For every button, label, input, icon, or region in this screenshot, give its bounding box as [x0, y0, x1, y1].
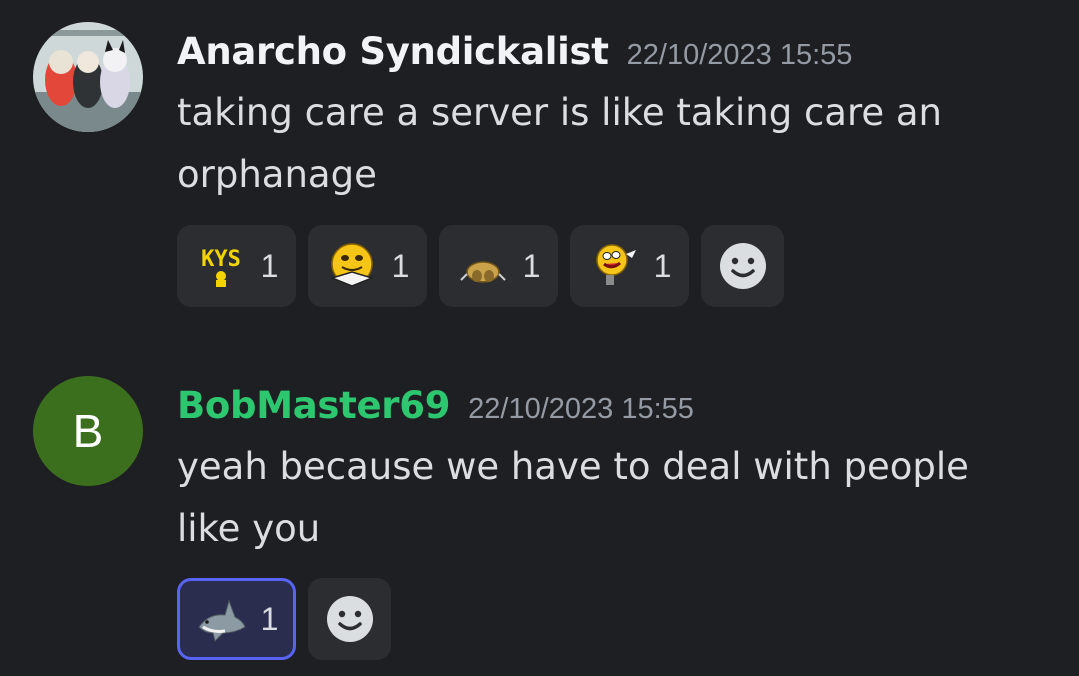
shark-emoji-icon: [197, 599, 246, 642]
yellow-smiley-pointing-emoji-icon: [595, 244, 636, 285]
reaction-kys[interactable]: KYS 1: [177, 225, 296, 307]
message-text: yeah because we have to deal with people…: [177, 445, 969, 550]
user-avatar[interactable]: [33, 22, 143, 132]
message-header: BobMaster69 22/10/2023 15:55: [177, 384, 694, 427]
message-text: taking care a server is like taking care…: [177, 91, 943, 196]
reaction-count: 1: [522, 247, 541, 284]
timestamp: 22/10/2023 15:55: [626, 39, 853, 71]
reaction-smiley-pointing[interactable]: 1: [570, 225, 689, 307]
yellow-smiley-reading-emoji-icon: [329, 243, 374, 287]
reaction-crawling-creature[interactable]: 1: [439, 225, 558, 307]
add-reaction-smiley-icon: [719, 243, 766, 289]
message-header: Anarcho Syndickalist 22/10/2023 15:55: [177, 30, 852, 73]
reaction-count: 1: [260, 600, 279, 637]
crawling-creature-emoji-icon: [459, 261, 506, 283]
reaction-shark[interactable]: 1: [177, 578, 296, 660]
add-reaction-button[interactable]: [701, 225, 784, 307]
add-reaction-smiley-icon: [326, 596, 373, 642]
add-reaction-button[interactable]: [308, 578, 391, 660]
timestamp: 22/10/2023 15:55: [468, 393, 694, 425]
user-avatar[interactable]: B: [33, 376, 143, 486]
reaction-count: 1: [653, 247, 672, 284]
username[interactable]: BobMaster69: [177, 384, 450, 427]
reaction-count: 1: [391, 247, 410, 284]
reaction-bar: KYS 1 1 1 1: [177, 225, 784, 307]
svg-text:KYS: KYS: [201, 247, 241, 272]
username[interactable]: Anarcho Syndickalist: [177, 30, 609, 73]
reaction-bar: 1: [177, 578, 391, 660]
reaction-count: 1: [260, 247, 279, 284]
avatar-image-icon: [33, 22, 143, 132]
kys-text-emoji-icon: KYS: [201, 247, 241, 287]
reaction-smiley-reading[interactable]: 1: [308, 225, 427, 307]
